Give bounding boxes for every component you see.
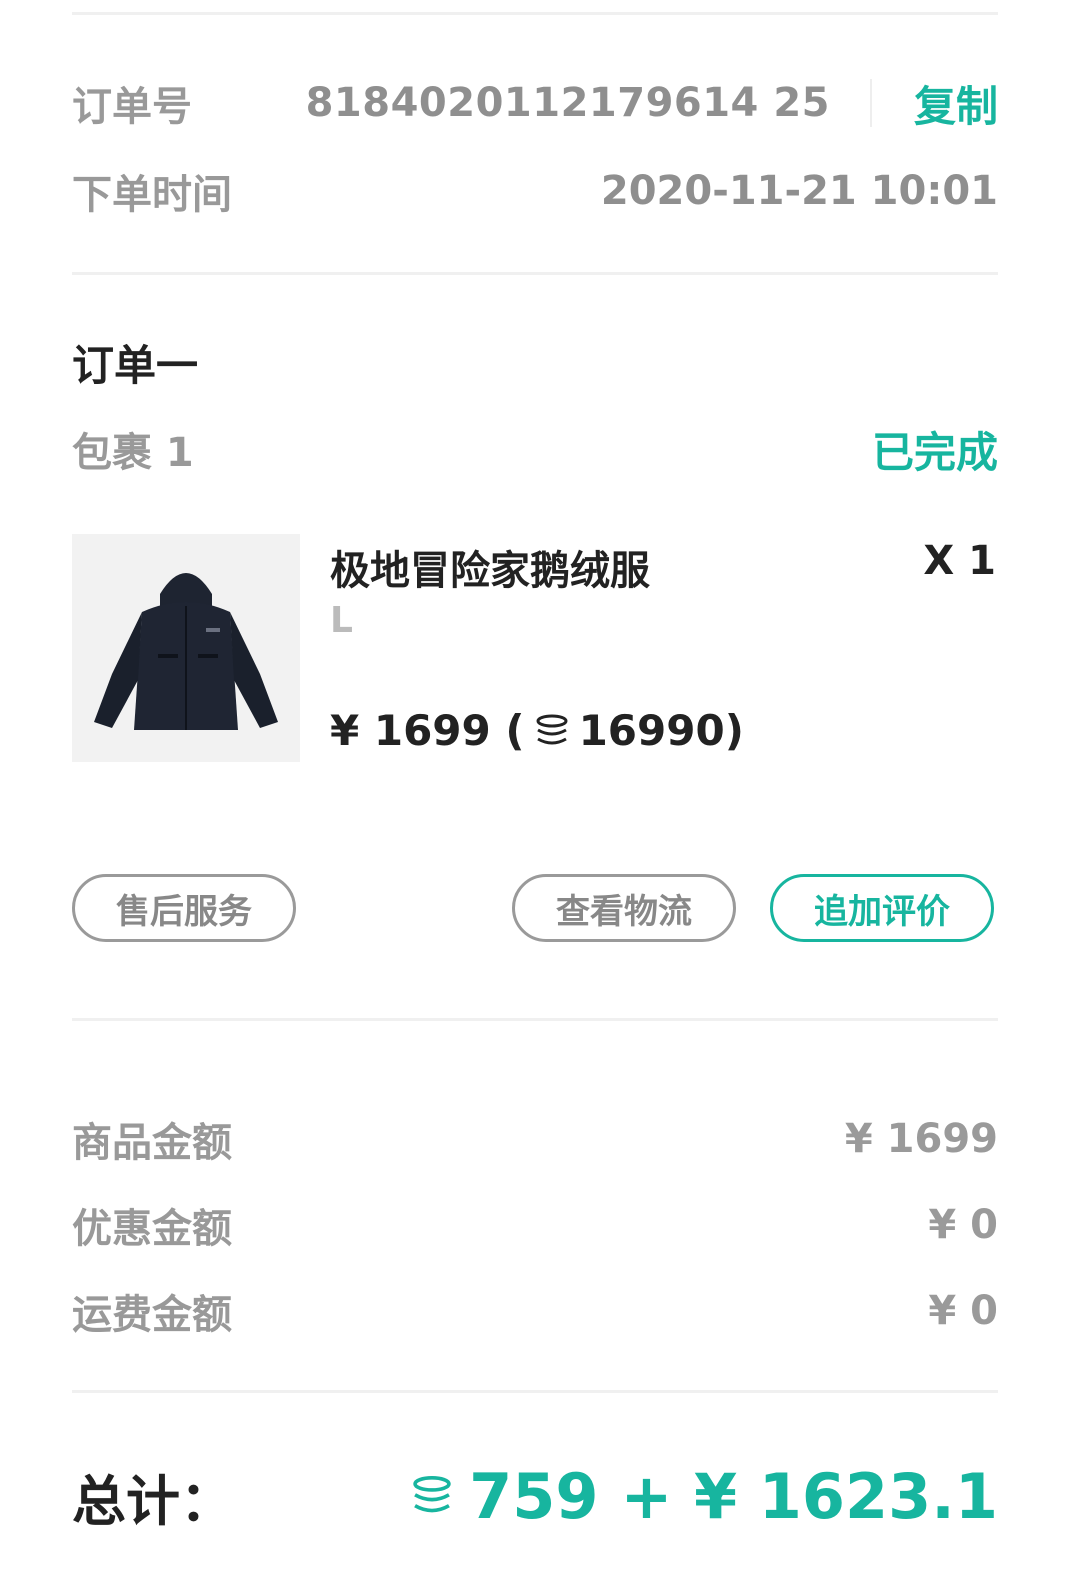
divider	[72, 1018, 998, 1021]
coin-stack-icon	[413, 1476, 451, 1513]
product-image[interactable]	[72, 534, 300, 762]
after-sales-button[interactable]: 售后服务	[72, 874, 296, 942]
copy-button[interactable]: 复制	[914, 73, 998, 134]
package-label: 包裹 1	[72, 430, 194, 476]
discount-amount-value: ¥ 0	[928, 1202, 998, 1248]
order-time-label: 下单时间	[72, 172, 232, 218]
suborder-title: 订单一	[72, 341, 199, 390]
product-spec: L	[330, 600, 353, 641]
shipping-amount-row: 运费金额 ¥ 0	[72, 1278, 998, 1344]
product-name[interactable]: 极地冒险家鹅绒服	[330, 538, 650, 596]
total-points: 759	[469, 1459, 599, 1533]
total-money: + ¥ 1623.1	[620, 1459, 998, 1533]
product-quantity: X 1	[923, 538, 996, 584]
coin-stack-icon	[536, 714, 568, 744]
add-review-button[interactable]: 追加评价	[770, 874, 994, 942]
order-number-label: 订单号	[72, 84, 192, 130]
goods-amount-label: 商品金额	[72, 1120, 232, 1166]
order-time-value: 2020-11-21 10:01	[600, 168, 998, 214]
price-suffix: )	[724, 706, 744, 755]
separator	[869, 79, 872, 127]
total-row: 总计： 759 + ¥ 1623.1	[72, 1456, 998, 1536]
order-number-row: 订单号 8184020112179614 25 复制	[72, 70, 998, 136]
discount-amount-row: 优惠金额 ¥ 0	[72, 1192, 998, 1258]
divider	[72, 272, 998, 275]
top-divider	[72, 12, 998, 15]
shipping-amount-label: 运费金额	[72, 1292, 232, 1338]
package-row: 包裹 1 已完成	[72, 416, 998, 482]
total-label: 总计：	[72, 1469, 234, 1533]
order-status: 已完成	[871, 427, 998, 477]
price-prefix: ¥ 1699 (	[330, 706, 525, 755]
order-time-row: 下单时间 2020-11-21 10:01	[72, 158, 998, 224]
shipping-amount-value: ¥ 0	[928, 1288, 998, 1334]
view-logistics-button[interactable]: 查看物流	[512, 874, 736, 942]
total-value: 759 + ¥ 1623.1	[409, 1460, 998, 1533]
divider	[72, 1390, 998, 1393]
price-points: 16990	[578, 706, 725, 755]
goods-amount-row: 商品金额 ¥ 1699	[72, 1106, 998, 1172]
goods-amount-value: ¥ 1699	[844, 1116, 998, 1162]
product-price: ¥ 1699 ( 16990 )	[330, 706, 744, 755]
order-number-value: 8184020112179614 25	[305, 80, 830, 126]
jacket-icon	[94, 573, 278, 730]
discount-amount-label: 优惠金额	[72, 1206, 232, 1252]
